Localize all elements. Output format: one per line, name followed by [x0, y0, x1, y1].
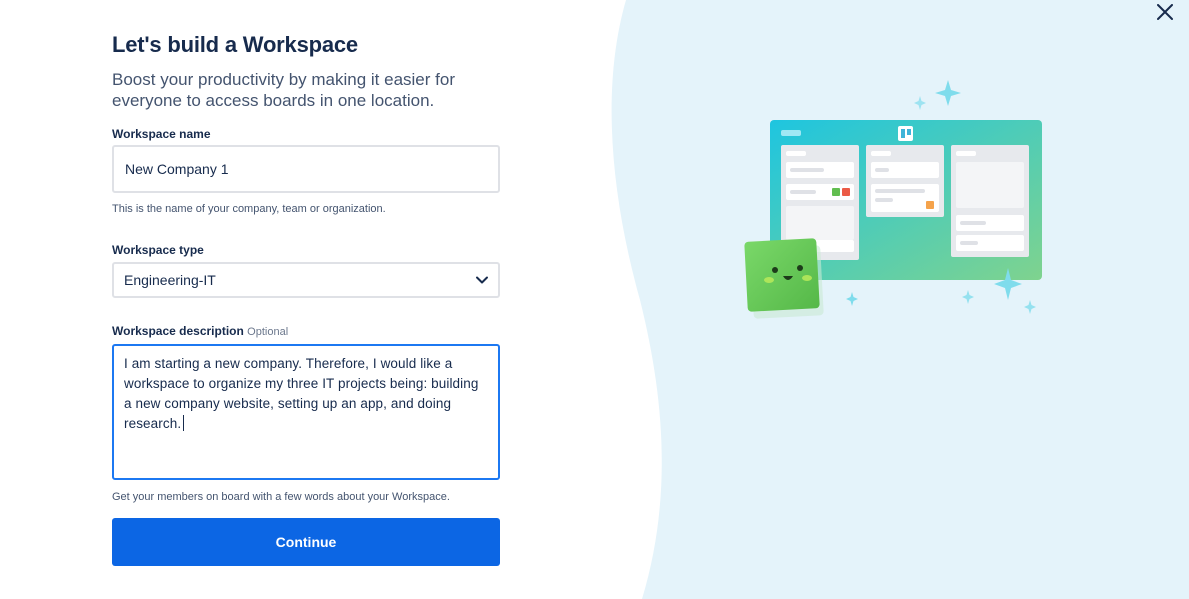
workspace-description-label-text: Workspace description: [112, 324, 244, 338]
trello-board-illustration: [770, 120, 1042, 280]
workspace-description-help: Get your members on board with a few wor…: [112, 491, 450, 503]
sparkle-decorations: [846, 80, 1036, 314]
workspace-name-group: Workspace name New Company 1 This is the…: [112, 127, 500, 216]
workspace-description-group: Workspace description Optional I am star…: [112, 324, 500, 504]
workspace-description-textarea[interactable]: I am starting a new company. Therefore, …: [112, 344, 500, 480]
workspace-name-label: Workspace name: [112, 127, 211, 141]
workspace-name-help: This is the name of your company, team o…: [112, 203, 386, 215]
workspace-form: Let's build a Workspace Boost your produ…: [112, 32, 500, 566]
continue-button[interactable]: Continue: [112, 518, 500, 566]
create-workspace-modal: Let's build a Workspace Boost your produ…: [0, 0, 1189, 599]
page-title: Let's build a Workspace: [112, 32, 358, 57]
workspace-type-value: Engineering-IT: [124, 272, 216, 288]
text-cursor: [183, 415, 185, 431]
workspace-name-input[interactable]: New Company 1: [112, 145, 500, 193]
mascot-illustration: [744, 238, 824, 319]
close-icon: [1157, 4, 1173, 20]
workspace-type-label: Workspace type: [112, 243, 204, 257]
chevron-down-icon: [476, 276, 488, 284]
optional-tag: Optional: [247, 326, 289, 338]
workspace-description-label: Workspace description Optional: [112, 324, 500, 339]
workspace-type-select[interactable]: Engineering-IT: [112, 262, 500, 298]
page-subtitle: Boost your productivity by making it eas…: [112, 70, 455, 110]
workspace-description-text: I am starting a new company. Therefore, …: [124, 356, 479, 431]
close-button[interactable]: [1153, 0, 1177, 24]
workspace-type-group: Workspace type Engineering-IT: [112, 243, 500, 298]
